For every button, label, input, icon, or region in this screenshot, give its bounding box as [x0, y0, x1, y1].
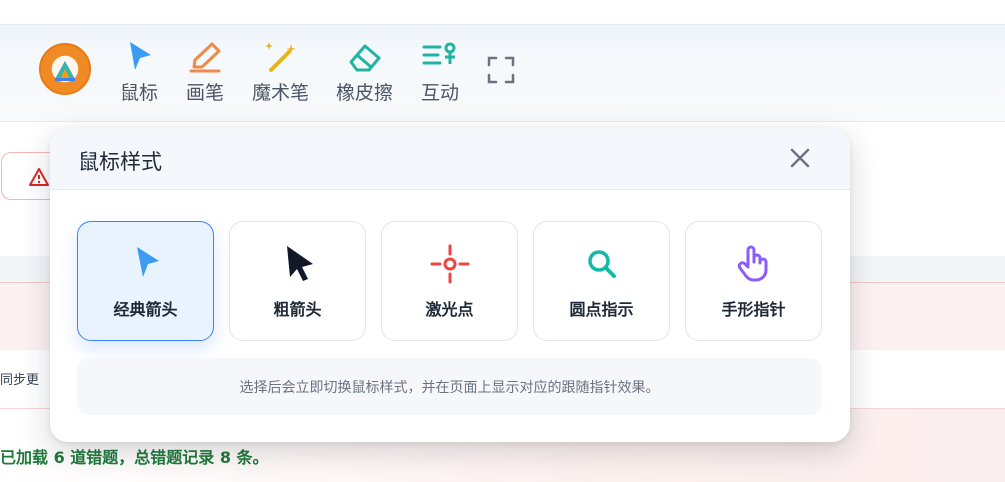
close-icon — [790, 148, 810, 168]
magnifier-icon — [534, 244, 669, 284]
warning-icon — [29, 168, 49, 186]
bold-arrow-icon — [230, 244, 365, 284]
dialog-header: 鼠标样式 — [50, 128, 850, 190]
tool-interaction-label: 互动 — [420, 82, 459, 104]
magic-wand-icon — [252, 40, 309, 74]
interaction-icon — [420, 40, 460, 74]
dialog-title: 鼠标样式 — [78, 150, 162, 174]
option-laser-dot[interactable]: 激光点 — [381, 221, 518, 341]
eraser-icon — [336, 40, 393, 74]
tool-mouse-label: 鼠标 — [120, 82, 159, 104]
hint-text: 选择后会立即切换鼠标样式，并在页面上显示对应的跟随指针效果。 — [239, 380, 660, 396]
fullscreen-button[interactable] — [487, 56, 515, 88]
status-message: 已加载 6 道错题，总错题记录 8 条。 — [0, 448, 269, 467]
tool-mouse[interactable]: 鼠标 — [120, 40, 158, 105]
window-top-strip — [0, 0, 1005, 24]
fullscreen-icon — [487, 56, 515, 88]
tool-interaction[interactable]: 互动 — [420, 40, 460, 105]
school-logo — [39, 43, 91, 95]
tool-magic-pen-label: 魔术笔 — [252, 82, 310, 104]
option-label: 粗箭头 — [273, 300, 322, 319]
option-classic-arrow[interactable]: 经典箭头 — [77, 221, 214, 341]
classic-arrow-icon — [78, 244, 213, 284]
tool-magic-pen[interactable]: 魔术笔 — [252, 40, 309, 105]
pen-icon — [186, 40, 224, 74]
close-button[interactable] — [786, 144, 814, 172]
tool-eraser-label: 橡皮擦 — [336, 82, 394, 104]
option-bold-arrow[interactable]: 粗箭头 — [229, 221, 366, 341]
option-label: 圆点指示 — [569, 300, 634, 319]
cursor-style-dialog: 鼠标样式 经典箭头 粗箭头 激光点 圆点指示 手形指针 选择后会立即切换鼠标样式… — [50, 128, 850, 442]
option-hand-pointer[interactable]: 手形指针 — [685, 221, 822, 341]
hand-pointer-icon — [686, 244, 821, 284]
option-dot-indicator[interactable]: 圆点指示 — [533, 221, 670, 341]
tool-pen[interactable]: 画笔 — [186, 40, 224, 105]
tool-eraser[interactable]: 橡皮擦 — [336, 40, 393, 105]
tool-pen-label: 画笔 — [186, 82, 225, 104]
option-label: 手形指针 — [721, 300, 786, 319]
hint-box: 选择后会立即切换鼠标样式，并在页面上显示对应的跟随指针效果。 — [77, 358, 822, 415]
option-label: 经典箭头 — [113, 300, 178, 319]
option-label: 激光点 — [425, 300, 474, 319]
cursor-arrow-icon — [120, 40, 158, 74]
sync-text: 同步更 — [0, 373, 40, 388]
laser-dot-icon — [382, 244, 517, 284]
